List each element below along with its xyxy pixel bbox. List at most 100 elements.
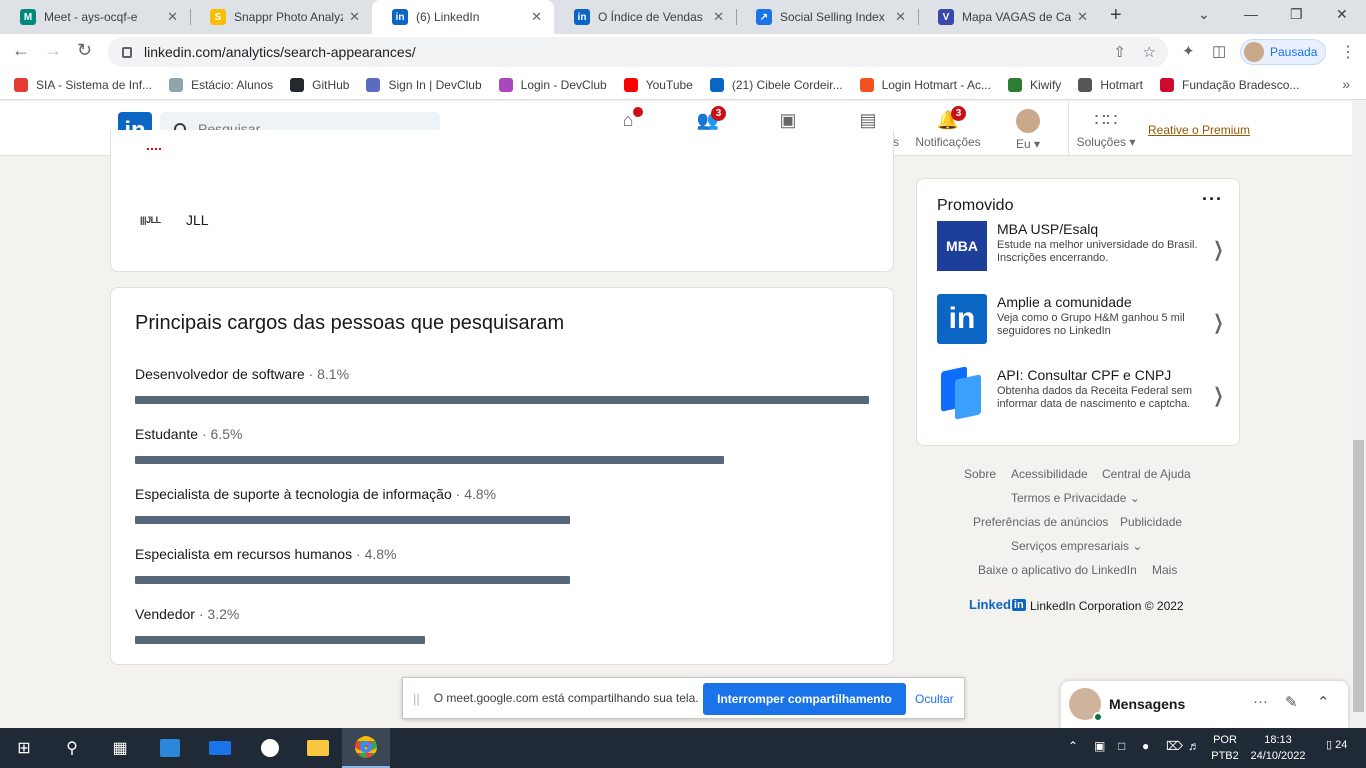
language-indicator[interactable]: POR PTB2 [1208,732,1242,764]
notification-badge: 3 [711,106,726,121]
close-window-icon[interactable]: ✕ [1336,6,1348,23]
promoted-ad[interactable]: API: Consultar CPF e CNPJ Obtenha dados d… [937,366,1227,420]
share-icon[interactable]: ⇧ ☆ [1113,43,1156,61]
role-bar-track [135,576,871,584]
messaging-bar[interactable]: Mensagens ··· ✎ ⌃ [1061,681,1348,728]
nav-item[interactable]: 🔔 3 Notificações [908,106,988,149]
chrome-menu-icon[interactable]: ⋮ [1340,42,1356,62]
taskbar-search-icon[interactable]: ⚲ [48,728,96,768]
device-icon[interactable]: □ [1118,739,1125,753]
footer-accessibility[interactable]: Acessibilidade [1011,467,1088,481]
role-percentage: 8.1% [317,366,350,382]
browser-tab[interactable]: ↗ Social Selling Index | S ✕ [736,0,918,34]
bookmark-item[interactable]: SIA - Sistema de Inf... [14,77,152,92]
close-icon[interactable]: ✕ [167,9,178,25]
bookmark-item[interactable]: GitHub [290,77,349,92]
new-tab-icon[interactable]: + [1110,4,1122,27]
chevron-right-icon[interactable]: ❯ [1214,237,1224,262]
promoted-ad[interactable]: MBA MBA USP/Esalq Estude na melhor univers… [937,221,1227,273]
bookmark-item[interactable]: Kiwify [1007,77,1061,92]
drag-handle-icon[interactable]: || [413,691,420,706]
bookmark-item[interactable]: Login - DevClub [498,77,607,92]
bookmark-item[interactable]: Fundação Bradesco... [1160,77,1299,92]
close-icon[interactable]: ✕ [713,9,724,25]
role-row: Vendedor · 3.2% [135,606,871,644]
browser-tab[interactable]: M Meet - ays-ocqf-e ✕ [0,0,190,34]
browser-tab[interactable]: in O Índice de Vendas Sc ✕ [554,0,736,34]
close-icon[interactable]: ✕ [531,9,542,25]
bookmark-item[interactable]: YouTube [623,77,693,92]
tab-search-icon[interactable]: ⌄ [1198,6,1210,23]
premium-link[interactable]: Reative o Premium [1148,123,1250,137]
compose-icon[interactable]: ✎ [1285,693,1298,711]
more-options-icon[interactable]: ··· [1253,693,1268,710]
windows-start-icon[interactable]: ⊞ [0,728,48,768]
bookmarks-overflow-icon[interactable]: » [1342,76,1350,92]
extensions-icon[interactable]: ✦ [1182,42,1195,60]
profile-button[interactable]: Pausada [1240,39,1326,65]
security-icon[interactable]: ▣ [1094,739,1105,753]
bookmark-icon [14,77,28,92]
page-scrollbar-thumb[interactable] [1353,440,1364,712]
bookmark-icon [709,77,724,92]
microphone-icon[interactable]: ● [1142,739,1149,753]
back-icon[interactable]: ← [12,40,30,61]
stop-sharing-button[interactable]: Interromper compartilhamento [703,683,906,715]
bookmark-item[interactable]: (21) Cibele Cordeir... [709,77,843,92]
footer-business[interactable]: Serviços empresariais ⌄ [1011,539,1142,553]
side-panel-icon[interactable]: ◫ [1212,42,1226,60]
nav-label: Notificações [915,135,981,149]
wifi-icon[interactable]: ⌦ [1166,739,1183,753]
tab-favicon-icon: in [392,9,408,25]
chat-icon: ▤ [859,110,877,130]
hide-button[interactable]: Ocultar [915,692,954,706]
footer-advertising[interactable]: Publicidade [1120,515,1182,529]
tray-chevron-icon[interactable]: ⌃ [1068,739,1078,753]
bookmark-icon [498,77,513,92]
chrome-taskbar-icon[interactable] [342,728,390,768]
app-icon[interactable] [246,728,294,768]
bookmark-item[interactable]: Estácio: Alunos [169,77,273,92]
promoted-ad[interactable]: in Amplie a comunidade Veja como o Grupo H… [937,294,1227,346]
mail-icon[interactable] [196,728,244,768]
roles-card: Principais cargos das pessoas que pesqui… [110,287,894,665]
footer-ads-prefs[interactable]: Preferências de anúncios [973,515,1108,529]
browser-tab[interactable]: S Snappr Photo Analyze ✕ [190,0,372,34]
volume-icon[interactable]: ♬ [1188,739,1200,753]
role-bar [135,516,570,524]
linkedin-logo-icon: in [937,294,987,344]
more-options-icon[interactable]: ··· [1202,189,1223,210]
company-row[interactable]: |||JLL JLL [140,212,209,228]
chevron-right-icon[interactable]: ❯ [1214,310,1224,335]
chevron-right-icon[interactable]: ❯ [1214,383,1224,408]
bookmark-item[interactable]: Hotmart [1078,77,1143,92]
close-icon[interactable]: ✕ [1077,9,1088,25]
chevron-up-icon[interactable]: ⌃ [1317,693,1330,711]
task-view-icon[interactable]: ▦ [96,728,144,768]
browser-tab[interactable]: V Mapa VAGAS de Carre ✕ [918,0,1100,34]
notification-center-icon[interactable]: ▯ 24 [1326,738,1347,751]
address-bar[interactable]: linkedin.com/analytics/search-appearance… [108,37,1168,67]
footer-terms[interactable]: Termos e Privacidade ⌄ [1011,491,1140,505]
restore-icon[interactable]: ❐ [1290,6,1303,23]
bookmark-item[interactable]: Sign In | DevClub [366,77,482,92]
nav-solutions[interactable]: ∷∷ Soluções ▾ [1066,109,1146,149]
bookmark-item[interactable]: Login Hotmart - Ac... [859,77,991,92]
caret-down-icon: ▾ [1034,137,1041,151]
store-icon[interactable] [146,728,194,768]
close-icon[interactable]: ✕ [349,9,360,25]
footer-about[interactable]: Sobre [964,467,996,481]
forward-icon[interactable]: → [44,40,62,61]
reload-icon[interactable]: ↻ [77,40,92,61]
jll-logo: |||JLL [140,215,161,225]
footer-app[interactable]: Baixe o aplicativo do LinkedIn [978,563,1137,577]
footer-more[interactable]: Mais [1152,563,1177,577]
bookmark-icon [1078,77,1093,92]
browser-tab[interactable]: in (6) LinkedIn ✕ [372,0,554,34]
nav-me[interactable]: Eu ▾ [988,109,1068,151]
file-explorer-icon[interactable] [294,728,342,768]
footer-help[interactable]: Central de Ajuda [1102,467,1191,481]
close-icon[interactable]: ✕ [895,9,906,25]
minimize-icon[interactable]: — [1244,6,1258,22]
clock[interactable]: 18:13 24/10/2022 [1248,732,1308,764]
